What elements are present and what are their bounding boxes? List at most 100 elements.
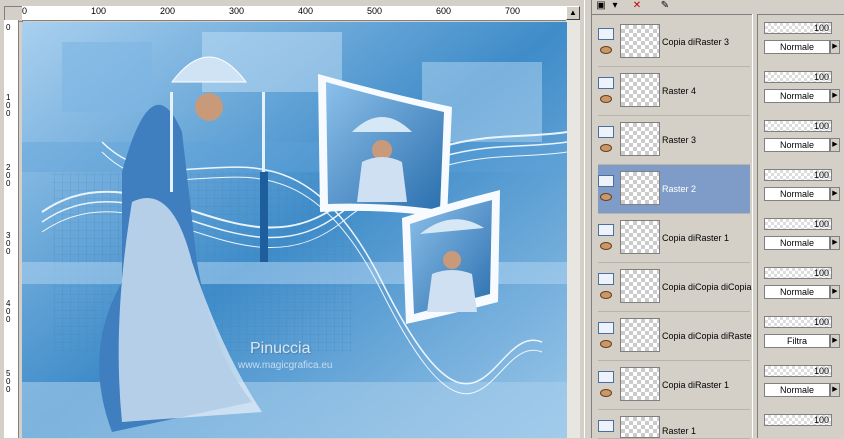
layer-visibility-icon[interactable] [598,420,614,432]
layer-visibility-icon[interactable] [598,77,614,89]
layer-name: Raster 1 [662,426,697,436]
ruler-tick: 0 [6,23,11,32]
opacity-slider[interactable]: 100 [764,218,832,230]
layer-name: Copia diCopia diCopia [662,282,752,292]
ruler-tick: 200 [6,163,11,188]
layer-properties: 100 Normale ▶ [762,67,844,115]
eye-icon[interactable] [600,46,612,54]
opacity-slider[interactable]: 100 [764,22,832,34]
blend-mode-select[interactable]: Normale [764,187,830,201]
layers-column-splitter[interactable] [752,14,758,438]
opacity-value: 100 [813,72,829,82]
blend-dropdown-icon[interactable]: ▶ [830,89,840,103]
artwork-image [22,22,567,438]
layer-visibility-icon[interactable] [598,28,614,40]
ruler-tick: 500 [367,6,383,16]
edit-layer-icon[interactable]: ✎ [658,0,672,12]
ruler-tick: 100 [6,93,11,118]
layer-properties: 100 Normale ▶ [762,263,844,311]
layer-name: Copia diCopia diRaster [662,331,752,341]
layer-visibility-icon[interactable] [598,371,614,383]
image-canvas[interactable]: Pinuccia www.magicgrafica.eu [22,22,567,438]
layer-row[interactable]: Copia diRaster 3 [598,18,750,67]
layer-properties: 100 [762,410,844,438]
blend-dropdown-icon[interactable]: ▶ [830,285,840,299]
layer-row[interactable]: Raster 3 [598,116,750,165]
blend-mode-select[interactable]: Normale [764,89,830,103]
layer-thumbnail [620,122,660,156]
blend-mode-select[interactable]: Normale [764,40,830,54]
layer-thumbnail [620,73,660,107]
eye-icon[interactable] [600,95,612,103]
layer-properties: 100 Normale ▶ [762,361,844,409]
layer-visibility-icon[interactable] [598,175,614,187]
blend-mode-select[interactable]: Normale [764,383,830,397]
layer-thumbnail [620,318,660,352]
opacity-value: 100 [813,268,829,278]
layer-row[interactable]: Raster 4 [598,67,750,116]
opacity-slider[interactable]: 100 [764,414,832,426]
blend-mode-select[interactable]: Normale [764,285,830,299]
opacity-slider[interactable]: 100 [764,120,832,132]
delete-layer-icon[interactable]: ✕ [630,0,644,12]
opacity-value: 100 [813,170,829,180]
ruler-tick: 0 [22,6,28,16]
eye-icon[interactable] [600,193,612,201]
layer-menu-dropdown-icon[interactable]: ▾ [608,0,622,12]
opacity-slider[interactable]: 100 [764,267,832,279]
layer-thumbnail [620,416,660,438]
layer-thumbnail [620,171,660,205]
eye-icon[interactable] [600,389,612,397]
eye-icon[interactable] [600,144,612,152]
layer-visibility-icon[interactable] [598,224,614,236]
layer-row[interactable]: Copia diRaster 1 [598,214,750,263]
layer-properties: 100 Normale ▶ [762,214,844,262]
blend-dropdown-icon[interactable]: ▶ [830,236,840,250]
new-layer-icon[interactable]: ▣ [594,0,608,12]
layer-visibility-icon[interactable] [598,273,614,285]
layer-row[interactable]: Copia diRaster 1 [598,361,750,410]
layer-visibility-icon[interactable] [598,322,614,334]
opacity-value: 100 [813,366,829,376]
layer-name: Raster 2 [662,184,697,194]
blend-dropdown-icon[interactable]: ▶ [830,40,840,54]
opacity-value: 100 [813,415,829,425]
opacity-slider[interactable]: 100 [764,71,832,83]
blend-dropdown-icon[interactable]: ▶ [830,187,840,201]
layer-properties: 100 Normale ▶ [762,116,844,164]
ruler-tick: 300 [6,231,11,256]
layer-row[interactable]: Copia diCopia diRaster [598,312,752,361]
eye-icon[interactable] [600,340,612,348]
layer-row-selected[interactable]: Raster 2 [598,165,750,214]
blend-mode-select[interactable]: Normale [764,138,830,152]
opacity-slider[interactable]: 100 [764,316,832,328]
layer-row[interactable]: Copia diCopia diCopia [598,263,752,312]
blend-mode-select[interactable]: Normale [764,236,830,250]
layer-visibility-icon[interactable] [598,126,614,138]
panel-splitter[interactable] [584,0,592,438]
layer-thumbnail [620,220,660,254]
scroll-up-button[interactable]: ▲ [566,6,580,20]
eye-icon[interactable] [600,242,612,250]
ruler-tick: 400 [6,299,11,324]
watermark-name: Pinuccia [250,340,311,357]
opacity-value: 100 [813,23,829,33]
vertical-scrollbar[interactable] [566,20,580,438]
opacity-slider[interactable]: 100 [764,169,832,181]
ruler-tick: 500 [6,369,11,394]
layer-row[interactable]: Raster 1 [598,410,750,439]
opacity-value: 100 [813,121,829,131]
layer-name: Raster 4 [662,86,697,96]
blend-dropdown-icon[interactable]: ▶ [830,138,840,152]
blend-dropdown-icon[interactable]: ▶ [830,383,840,397]
layers-toolbar: ▣ ▾ ✕ ✎ [592,0,844,15]
opacity-value: 100 [813,219,829,229]
layer-thumbnail [620,269,660,303]
eye-icon[interactable] [600,291,612,299]
ruler-tick: 100 [91,6,107,16]
blend-mode-select[interactable]: Filtra [764,334,830,348]
blend-dropdown-icon[interactable]: ▶ [830,334,840,348]
opacity-slider[interactable]: 100 [764,365,832,377]
canvas-window: 0 100 200 300 400 500 600 700 0 100 200 … [0,0,584,438]
layers-panel: ▣ ▾ ✕ ✎ Copia diRaster 3 Raster 4 Raster… [592,0,844,439]
